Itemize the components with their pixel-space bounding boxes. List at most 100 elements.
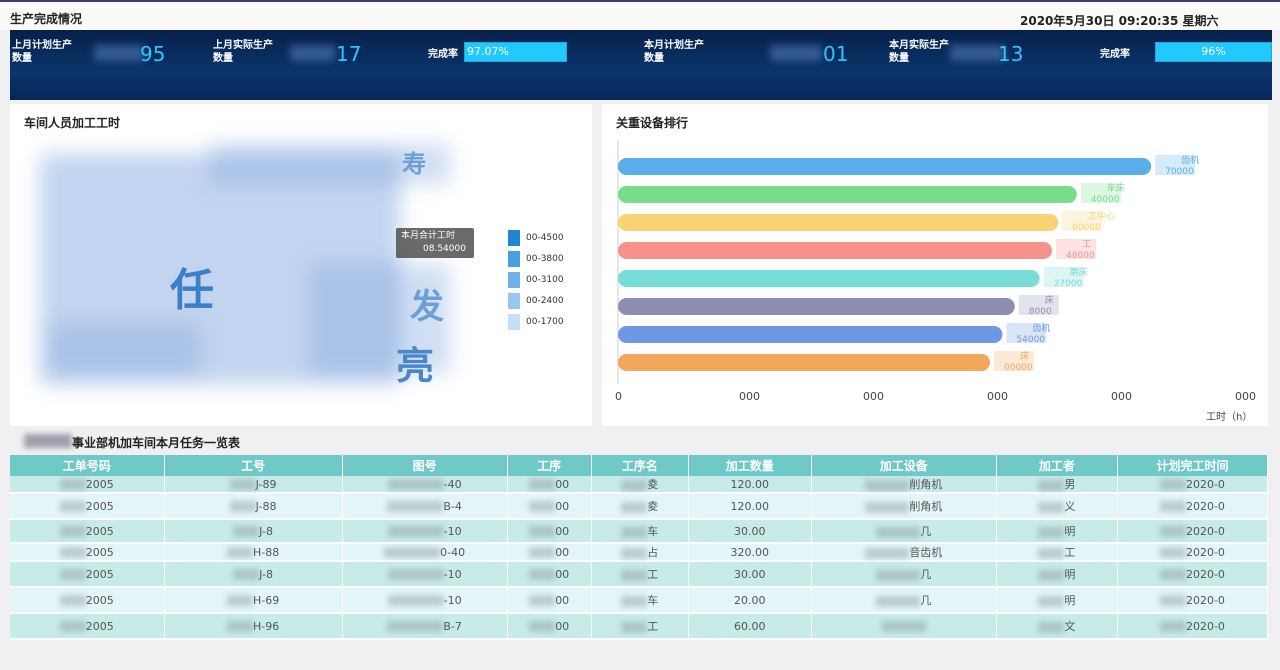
legend-swatch[interactable] (508, 251, 520, 267)
cell-text: 2020-0 (1185, 567, 1225, 581)
table-cell: 占 (591, 543, 689, 562)
bar-value-label: 00000 (1072, 223, 1101, 233)
table-row[interactable]: 2005 J-89 -40 00 夌 120.00 削角机 男 2020-0 (10, 476, 1269, 494)
table-cell: 2020-0 (1117, 543, 1269, 562)
table-row[interactable]: 2005 J-8 -10 00 车 30.00 几 明 2020-0 (10, 519, 1269, 544)
cell-text: 几 (920, 594, 932, 607)
table-cell: 几 (811, 587, 997, 614)
equipment-ranking-panel: 关重设备排行 齿机 70000 车床 40000 工中心 00000 工 48000 磨床 270… (602, 104, 1268, 426)
this-actual-value: 13 (998, 42, 1024, 66)
equipment-bar[interactable] (618, 158, 1152, 175)
table-row[interactable]: 2005 J-88 B-4 00 夌 120.00 削角机 义 2020-0 (10, 493, 1269, 520)
column-header[interactable]: 图号 (342, 455, 508, 476)
table-cell: 00 (507, 587, 592, 614)
table-cell: 00 (507, 561, 592, 588)
table-header-row: 工单号码 工号 图号 工序 工序名 加工数量 加工设备 加工者 计划完工时间 (10, 455, 1269, 476)
legend-swatch[interactable] (508, 314, 520, 330)
table-row[interactable]: 2005 H-88 0-40 00 占 320.00 音齿机 工 2020-0 (10, 543, 1269, 562)
redacted-cell-text (865, 479, 910, 491)
cell-text: 明 (1064, 568, 1076, 581)
table-cell: B-4 (342, 493, 508, 520)
cell-text: J-88 (255, 499, 277, 513)
redacted-value (94, 45, 144, 61)
table-cell: 车 (591, 519, 689, 544)
column-header[interactable]: 计划完工时间 (1117, 455, 1269, 476)
equipment-bar[interactable] (618, 186, 1077, 203)
last-rate-value: 97.07% (467, 45, 509, 58)
equipment-bar[interactable] (618, 326, 1003, 343)
equipment-bar[interactable] (618, 242, 1052, 259)
bar-value-label: 8000 (1029, 307, 1052, 317)
redacted-text (24, 434, 72, 448)
table-cell (811, 613, 997, 640)
x-tick-label: 000 (1235, 390, 1256, 403)
cell-text: 明 (1064, 594, 1076, 607)
table-cell: 2005 (10, 543, 165, 562)
hours-tooltip: 本月合计工时 08.54000 (396, 228, 474, 258)
top-bar: 生产完成情况 2020年5月30日 09:20:35 星期六 (0, 0, 1280, 30)
table-cell: 00 (507, 476, 592, 494)
cloud-word[interactable]: 发 (410, 279, 444, 328)
cell-text: 夌 (647, 500, 659, 513)
table-cell: 音齿机 (811, 543, 997, 562)
bar-value-label: 27000 (1054, 279, 1083, 289)
bar-category-label: 工 (1082, 240, 1091, 250)
column-header[interactable]: 加工者 (996, 455, 1118, 476)
redacted-cell-text (1159, 595, 1186, 606)
redacted-value (950, 45, 1005, 61)
cell-text: 2020-0 (1185, 499, 1225, 513)
cell-text: 义 (1064, 500, 1076, 513)
cell-text: 工 (647, 568, 659, 581)
table-row[interactable]: 2005 J-8 -10 00 工 30.00 几 明 2020-0 (10, 561, 1269, 588)
cell-text: 120.00 (730, 499, 770, 513)
cell-text: 几 (920, 568, 932, 581)
table-cell: 2005 (10, 493, 165, 520)
column-header[interactable]: 工号 (164, 455, 343, 476)
cloud-word[interactable]: 任 (170, 254, 214, 318)
cell-text: 00 (555, 477, 570, 491)
bar-category-label: 床 (1045, 294, 1054, 306)
column-header[interactable]: 加工设备 (811, 455, 997, 476)
equipment-bar[interactable] (618, 298, 1015, 315)
cloud-word[interactable]: 寿 (402, 144, 426, 179)
legend-swatch[interactable] (508, 293, 520, 309)
column-header[interactable]: 加工数量 (688, 455, 812, 476)
table-row[interactable]: 2005 H-69 -10 00 车 20.00 几 明 2020-0 (10, 587, 1269, 614)
redacted-cell-text (1038, 595, 1065, 607)
column-header[interactable]: 工序 (507, 455, 592, 476)
redacted-cell-text (1159, 621, 1186, 632)
equipment-bar[interactable] (618, 270, 1040, 287)
cloud-word[interactable]: 亮 (396, 335, 434, 390)
equipment-bar[interactable] (618, 354, 990, 371)
x-tick-label: 0 (615, 390, 622, 403)
legend-swatch[interactable] (508, 272, 520, 288)
table-cell: 120.00 (688, 476, 812, 494)
redacted-cell-text (226, 621, 253, 632)
table-cell: B-7 (342, 613, 508, 640)
bar-category-label: 磨床 (1070, 266, 1088, 278)
equipment-bar[interactable] (618, 214, 1059, 231)
table-cell: 20.00 (688, 587, 812, 614)
legend-swatch[interactable] (508, 230, 520, 246)
redacted-cell-text (387, 621, 444, 632)
redacted-cell-text (529, 595, 556, 606)
page-title: 生产完成情况 (10, 12, 83, 26)
x-tick-label: 000 (739, 390, 760, 403)
column-header[interactable]: 工单号码 (10, 455, 165, 476)
table-row[interactable]: 2005 H-96 B-7 00 工 60.00 文 2020-0 (10, 613, 1269, 640)
column-header[interactable]: 工序名 (591, 455, 689, 476)
table-cell: J-8 (164, 561, 343, 588)
last-plan-label: 上月计划生产数量 (12, 40, 72, 64)
redacted-cell-text (59, 526, 86, 537)
cell-text: J-8 (259, 567, 273, 581)
table-cell: 工 (591, 561, 689, 588)
cell-text: 车 (647, 525, 659, 538)
this-plan-value: 01 (823, 42, 849, 66)
this-plan-label: 本月计划生产数量 (644, 40, 704, 64)
table-cell: 30.00 (688, 561, 812, 588)
bar-category-label: 床 (1020, 350, 1029, 362)
cell-text: 2005 (85, 499, 114, 513)
cell-text: B-7 (443, 619, 462, 633)
redacted-cell-text (387, 526, 444, 537)
table-cell: 2020-0 (1117, 561, 1269, 588)
